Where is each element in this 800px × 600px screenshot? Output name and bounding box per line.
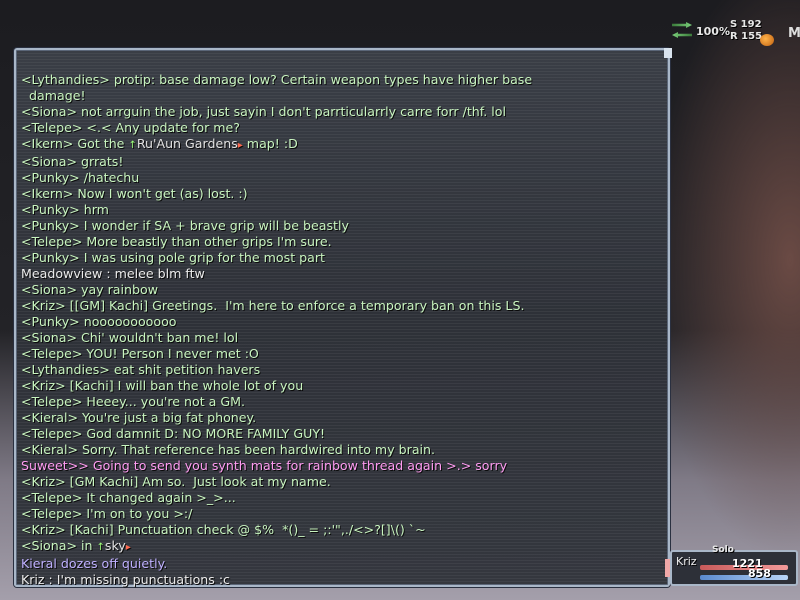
chat-line: <Kriz> [Kachi] Punctuation check @ $% *(… bbox=[21, 522, 426, 537]
chat-line: <Kieral> You're just a big fat phoney. bbox=[21, 410, 257, 425]
mp-bar bbox=[700, 575, 788, 580]
chat-line: <Punky> I wonder if SA + brave grip will… bbox=[21, 218, 349, 233]
mp-value: 858 bbox=[748, 567, 771, 580]
link-open-icon: ↑ bbox=[128, 140, 137, 151]
link-open-icon: ↑ bbox=[96, 542, 105, 553]
status-s-value: S 192 bbox=[730, 19, 762, 30]
status-cluster: 100% S 192 R 155 M bbox=[670, 18, 800, 50]
chat-line: <Ikern> Now I won't get (as) lost. :) bbox=[21, 186, 248, 201]
chat-autotranslate-link[interactable]: sky bbox=[105, 538, 126, 553]
chat-line: <Punky> I was using pole grip for the mo… bbox=[21, 250, 325, 265]
chat-line: <Telepe> God damnit D: NO MORE FAMILY GU… bbox=[21, 426, 326, 441]
chat-line: <Kriz> [[GM] Kachi] Greetings. I'm here … bbox=[21, 298, 525, 313]
chat-line: <Telepe> I'm on to you >:/ bbox=[21, 506, 193, 521]
chat-autotranslate-link[interactable]: Ru'Aun Gardens bbox=[137, 136, 238, 151]
arrow-left-icon bbox=[672, 32, 692, 38]
chat-line: <Telepe> Heeey... you're not a GM. bbox=[21, 394, 246, 409]
chat-line: <Punky> hrm bbox=[21, 202, 109, 217]
player-name[interactable]: Kriz bbox=[676, 555, 697, 568]
chat-line: <Kieral> Sorry. That reference has been … bbox=[21, 442, 436, 457]
chat-line: <Siona> yay rainbow bbox=[21, 282, 159, 297]
chat-line: <Siona> in ↑sky▸ bbox=[21, 538, 662, 556]
status-percent: 100% bbox=[696, 25, 730, 38]
chat-lines: <Lythandies> protip: base damage low? Ce… bbox=[21, 72, 662, 588]
chat-line: <Siona> grrats! bbox=[21, 154, 124, 169]
chat-line: <Telepe> More beastly than other grips I… bbox=[21, 234, 332, 249]
chat-line: <Ikern> Got the ↑Ru'Aun Gardens▸ map! :D bbox=[21, 136, 662, 154]
scroll-up-handle[interactable] bbox=[664, 48, 672, 58]
chat-line: Meadowview : melee blm ftw bbox=[21, 266, 205, 281]
chat-line: <Punky> nooooooooooo bbox=[21, 314, 177, 329]
chat-line: <Telepe> YOU! Person I never met :O bbox=[21, 346, 259, 361]
chat-line: <Telepe> It changed again >_>... bbox=[21, 490, 236, 505]
transfer-arrows bbox=[672, 22, 692, 42]
status-sr: S 192 R 155 bbox=[730, 19, 762, 43]
chat-log-window[interactable]: <Lythandies> protip: base damage low? Ce… bbox=[14, 48, 672, 588]
chat-line-text: map! :D bbox=[242, 136, 298, 151]
chat-line: <Kriz> [GM Kachi] Am so. Just look at my… bbox=[21, 474, 331, 489]
chat-line: <Siona> not arrguin the job, just sayin … bbox=[21, 104, 507, 119]
chat-line-text: <Ikern> Got the bbox=[21, 136, 129, 151]
party-status-box[interactable]: Solo Kriz 1221 858 bbox=[670, 545, 798, 586]
chat-line: Kieral dozes off quietly. bbox=[21, 556, 168, 571]
pumpkin-icon bbox=[760, 34, 774, 46]
chat-line-text: <Siona> in bbox=[21, 538, 97, 553]
chat-line: <Siona> Chi' wouldn't ban me! lol bbox=[21, 330, 239, 345]
chat-line: <Lythandies> protip: base damage low? Ce… bbox=[21, 72, 533, 87]
status-r-value: R 155 bbox=[730, 31, 763, 42]
chat-line: <Punky> /hatechu bbox=[21, 170, 140, 185]
link-close-icon: ▸ bbox=[125, 542, 131, 553]
chat-line: <Telepe> <.< Any update for me? bbox=[21, 120, 240, 135]
chat-line: <Lythandies> eat shit petition havers bbox=[21, 362, 261, 377]
chat-line: damage! bbox=[21, 88, 86, 103]
chat-line: Kriz : I'm missing punctuations :c bbox=[21, 572, 230, 587]
status-corner-letter: M bbox=[788, 26, 800, 41]
chat-line: <Kriz> [Kachi] I will ban the whole lot … bbox=[21, 378, 304, 393]
chat-line: Suweet>> Going to send you synth mats fo… bbox=[21, 458, 508, 473]
arrow-right-icon bbox=[672, 22, 692, 28]
party-label: Solo bbox=[712, 545, 734, 555]
